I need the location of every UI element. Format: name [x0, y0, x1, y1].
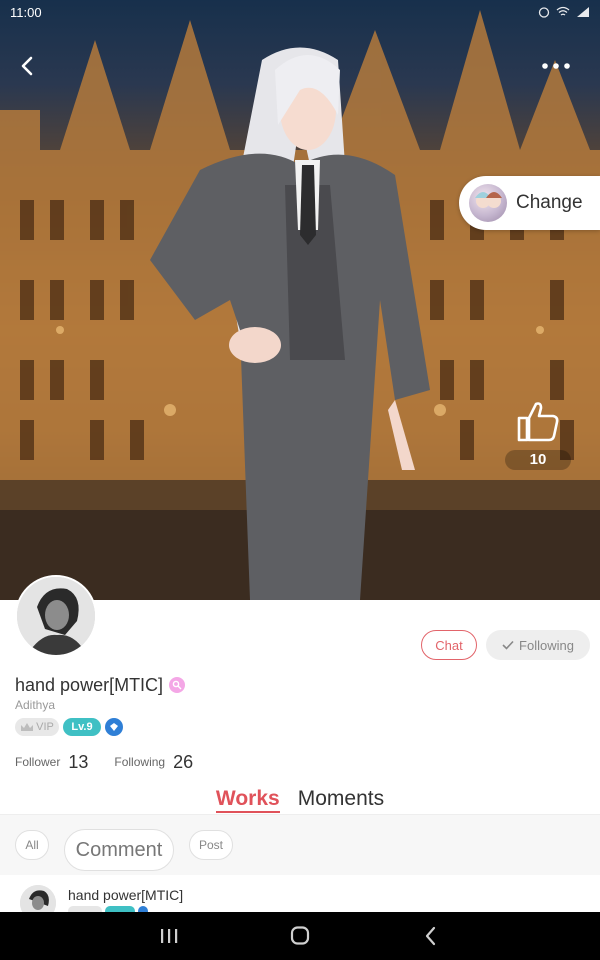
vip-badge: VIP: [15, 718, 59, 736]
chat-button[interactable]: Chat: [421, 630, 477, 660]
user-name-row: hand power[MTIC]: [15, 673, 186, 697]
change-outfit-button[interactable]: Change: [459, 176, 600, 230]
change-outfit-label: Change: [516, 192, 583, 213]
home-icon[interactable]: [285, 924, 315, 948]
profile-hero-background: 11:00 Change 10: [0, 0, 600, 600]
following-button[interactable]: Following: [486, 630, 590, 660]
signal-icon: [577, 7, 589, 17]
filter-post[interactable]: Post: [189, 830, 233, 860]
tab-moments[interactable]: Moments: [298, 786, 384, 814]
check-icon: [502, 640, 514, 650]
profile-avatar-photo: [17, 577, 95, 655]
user-id: Adithya: [15, 698, 56, 712]
follower-count[interactable]: 13: [68, 752, 88, 773]
status-time: 11:00: [10, 4, 42, 20]
profile-avatar[interactable]: [15, 575, 97, 657]
post-item[interactable]: hand power[MTIC]: [0, 875, 600, 912]
status-bar: 11:00: [0, 0, 600, 24]
crown-icon: [21, 723, 34, 731]
following-button-label: Following: [519, 637, 574, 653]
follow-stats: Follower 13 Following 26: [15, 750, 193, 774]
alarm-icon: [538, 7, 550, 18]
wifi-icon: [556, 6, 570, 16]
follower-label[interactable]: Follower: [15, 755, 60, 769]
filter-comment[interactable]: Comment: [64, 829, 174, 871]
user-name: hand power[MTIC]: [15, 674, 164, 695]
like-button[interactable]: 10: [505, 398, 571, 472]
building-background-image: [0, 10, 600, 600]
following-label[interactable]: Following: [114, 755, 165, 769]
identity-badge-icon: [169, 677, 186, 693]
badge-row: VIP Lv.9: [15, 717, 123, 737]
nav-back-icon[interactable]: [416, 924, 446, 948]
more-dots-icon[interactable]: [538, 56, 574, 76]
filter-all[interactable]: All: [15, 830, 49, 860]
content-tabs: Works Moments: [0, 786, 600, 814]
vip-label: VIP: [36, 721, 54, 733]
level-badge: Lv.9: [63, 718, 101, 736]
recents-icon[interactable]: [154, 924, 184, 948]
post-author-avatar[interactable]: [20, 885, 56, 912]
like-count: 10: [505, 450, 571, 470]
following-count[interactable]: 26: [173, 752, 193, 773]
status-icons: [538, 6, 590, 18]
post-author-name[interactable]: hand power[MTIC]: [68, 887, 183, 903]
thumbs-up-icon: [517, 402, 559, 442]
back-arrow-icon[interactable]: [14, 52, 42, 80]
system-navigation-bar: [0, 912, 600, 960]
gem-badge-icon: [105, 718, 123, 736]
tab-works[interactable]: Works: [215, 786, 280, 814]
change-outfit-thumbnail: [469, 184, 507, 222]
